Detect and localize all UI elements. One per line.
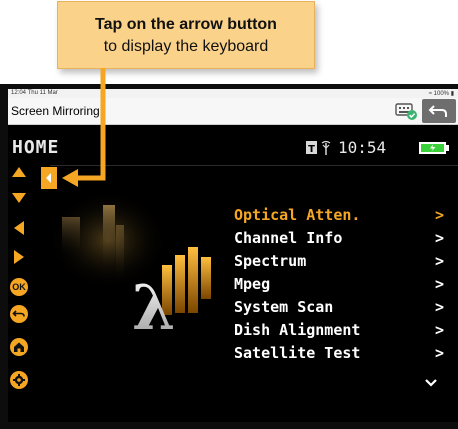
callout-subtitle: to display the keyboard xyxy=(103,38,269,55)
menu-item-arrow: > xyxy=(434,321,444,339)
battery-charging-icon xyxy=(419,142,449,154)
instruction-callout: Tap on the arrow button to display the k… xyxy=(57,1,315,69)
back-icon[interactable] xyxy=(8,303,30,325)
menu-item-arrow: > xyxy=(434,252,444,270)
back-arrow-icon xyxy=(428,105,447,117)
menu-item-label: Mpeg xyxy=(234,275,271,293)
menu-item-arrow: > xyxy=(434,298,444,316)
down-arrow-icon[interactable] xyxy=(8,187,30,209)
meter-screen: HOME T 10:54 OK λ Optical Atten. > Chann… xyxy=(8,125,458,422)
ios-status-bar: 12:04 Thu 11 Mar ≈ 100% ▮ xyxy=(8,89,458,98)
callout-title: Tap on the arrow button xyxy=(95,16,277,33)
chevron-down-icon[interactable] xyxy=(424,377,438,389)
battery-icon: ▮ xyxy=(450,91,454,97)
ok-button[interactable]: OK xyxy=(10,278,28,296)
menu-item-label: Satellite Test xyxy=(234,344,361,362)
header-divider xyxy=(50,165,458,166)
right-arrow-icon[interactable] xyxy=(8,246,30,268)
menu-item-spectrum[interactable]: Spectrum > xyxy=(234,251,444,274)
menu-item-label: Spectrum xyxy=(234,252,307,270)
home-icon[interactable] xyxy=(8,336,30,358)
svg-text:T: T xyxy=(308,144,315,155)
back-button[interactable] xyxy=(422,99,456,123)
menu-item-arrow: > xyxy=(434,275,444,293)
up-arrow-icon[interactable] xyxy=(8,161,30,183)
keyboard-connected-icon[interactable] xyxy=(394,101,418,121)
menu-item-label: Channel Info xyxy=(234,229,343,247)
optical-lambda-logo: λ xyxy=(132,247,211,343)
signal-tower-icon: T xyxy=(306,140,331,155)
clock: 10:54 xyxy=(338,138,387,157)
menu-item-arrow: > xyxy=(434,206,444,224)
status-time: 12:04 Thu 11 Mar xyxy=(11,90,58,96)
menu-item-label: Optical Atten. xyxy=(234,206,361,224)
wifi-icon: ≈ xyxy=(428,91,432,97)
menu-item-mpeg[interactable]: Mpeg > xyxy=(234,274,444,297)
menu-item-system-scan[interactable]: System Scan > xyxy=(234,297,444,320)
main-menu: Optical Atten. > Channel Info > Spectrum… xyxy=(234,205,444,366)
menu-item-channel-info[interactable]: Channel Info > xyxy=(234,228,444,251)
battery-percent: 100% xyxy=(433,91,450,97)
screen-title: HOME xyxy=(12,137,60,158)
menu-item-optical-atten[interactable]: Optical Atten. > xyxy=(234,205,444,228)
menu-item-label: System Scan xyxy=(234,298,334,316)
page-title: Screen Mirroring xyxy=(11,104,100,118)
menu-item-satellite-test[interactable]: Satellite Test > xyxy=(234,343,444,366)
menu-item-dish-alignment[interactable]: Dish Alignment > xyxy=(234,320,444,343)
svg-text:λ: λ xyxy=(132,271,175,343)
menu-item-label: Dish Alignment xyxy=(234,321,361,339)
navigation-bar: Screen Mirroring xyxy=(8,98,458,125)
menu-item-arrow: > xyxy=(434,344,444,362)
settings-icon[interactable] xyxy=(8,369,30,391)
left-arrow-icon[interactable] xyxy=(8,217,30,239)
status-battery: ≈ 100% ▮ xyxy=(429,90,454,97)
menu-item-arrow: > xyxy=(434,229,444,247)
